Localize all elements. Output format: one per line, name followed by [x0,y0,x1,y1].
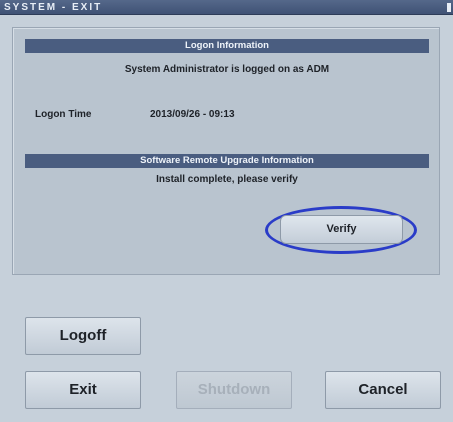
cancel-button[interactable]: Cancel [325,371,441,409]
install-status-message: Install complete, please verify [156,174,298,185]
titlebar-edge-mark [447,3,451,12]
info-panel: Logon Information System Administrator i… [12,27,440,275]
logon-time-value: 2013/09/26 - 09:13 [150,109,235,120]
system-exit-dialog: Logon Information System Administrator i… [0,15,453,422]
logon-time-label: Logon Time [35,109,92,120]
logged-on-status: System Administrator is logged on as ADM [124,64,330,75]
shutdown-button[interactable]: Shutdown [176,371,292,409]
logoff-button[interactable]: Logoff [25,317,141,355]
window-title: SYSTEM - EXIT [4,2,103,13]
window-titlebar: SYSTEM - EXIT [0,0,453,15]
logon-information-header: Logon Information [25,39,429,53]
software-upgrade-header: Software Remote Upgrade Information [25,154,429,168]
exit-button[interactable]: Exit [25,371,141,409]
verify-button[interactable]: Verify [280,215,403,244]
